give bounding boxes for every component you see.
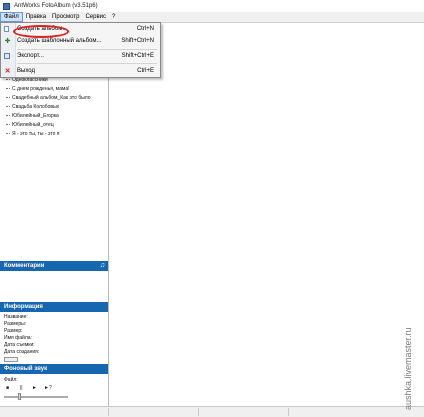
menu-item-template-album[interactable]: ✚ Создать шаблонный альбом... Shift+Ctrl… bbox=[1, 36, 160, 47]
file-menu-dropdown: Создать альбом... Ctrl+N ✚ Создать шабло… bbox=[0, 22, 161, 78]
tree-item[interactable]: Свадьба Колобовых bbox=[6, 104, 59, 110]
menu-edit[interactable]: Правка bbox=[23, 12, 49, 22]
info-name-label: Название: bbox=[4, 314, 28, 320]
comments-body[interactable] bbox=[0, 271, 108, 298]
tree-item[interactable]: С днем рожденья, мама! bbox=[6, 86, 70, 92]
sound-title: Фоновый звук bbox=[4, 366, 48, 372]
info-size-label: Размеры: bbox=[4, 321, 27, 327]
volume-slider-thumb[interactable] bbox=[18, 393, 21, 400]
menu-help[interactable]: ? bbox=[109, 12, 118, 22]
info-filename-label: Имя файла: bbox=[4, 335, 32, 341]
sound-file-label: Файл: bbox=[4, 377, 18, 383]
play-random-icon[interactable]: ►? bbox=[44, 385, 52, 391]
new-album-icon bbox=[4, 26, 9, 32]
album-view-area[interactable] bbox=[109, 23, 424, 406]
music-note-icon[interactable]: ♫ bbox=[100, 261, 105, 271]
export-icon bbox=[4, 53, 10, 59]
menu-item-exit[interactable]: ✕ Выход Ctrl+E bbox=[1, 66, 160, 77]
watermark-text: aushka.livemaster.ru bbox=[403, 327, 413, 410]
comments-title: Комментарии bbox=[4, 263, 45, 269]
menu-file[interactable]: Файл bbox=[0, 12, 23, 22]
menu-view[interactable]: Просмотр bbox=[49, 12, 82, 22]
menu-separator bbox=[17, 49, 157, 50]
info-panel-header[interactable]: Информация bbox=[0, 302, 108, 312]
status-bar bbox=[0, 406, 424, 417]
play-icon[interactable]: ► bbox=[32, 385, 37, 391]
window-title: AntWorks FotoAlbum (v3.51p6) bbox=[14, 3, 98, 9]
title-bar: AntWorks FotoAlbum (v3.51p6) bbox=[0, 0, 424, 12]
comments-panel-header[interactable]: Комментарии ♫ bbox=[0, 261, 108, 271]
template-album-icon: ✚ bbox=[4, 38, 11, 45]
tree-item[interactable]: Юбилейный_Егорка bbox=[6, 113, 59, 119]
status-segment bbox=[198, 408, 289, 416]
tree-item[interactable]: Свадебный альбом_Как это было bbox=[6, 95, 91, 101]
info-title: Информация bbox=[4, 304, 43, 310]
pause-icon[interactable]: || bbox=[20, 385, 23, 391]
volume-slider-track[interactable] bbox=[4, 396, 68, 398]
status-segment bbox=[0, 408, 109, 416]
exit-icon: ✕ bbox=[4, 68, 11, 75]
info-shot-date-label: Дата съемки: bbox=[4, 342, 35, 348]
info-filesize-label: Размер: bbox=[4, 328, 23, 334]
menu-service[interactable]: Сервис bbox=[82, 12, 109, 22]
app-icon bbox=[3, 2, 10, 10]
left-pane: Одноклассники С днем рожденья, мама! Сва… bbox=[0, 23, 109, 416]
info-created-date-label: Дата создания: bbox=[4, 349, 40, 355]
menu-separator bbox=[17, 63, 157, 64]
tree-item[interactable]: Я - это ты, ты - это я bbox=[6, 131, 59, 137]
menu-item-export[interactable]: Экспорт... Shift+Ctrl+E bbox=[1, 51, 160, 62]
sound-panel-header[interactable]: Фоновый звук bbox=[0, 364, 108, 374]
tree-item[interactable]: Юбилейный_отец bbox=[6, 122, 54, 128]
stop-icon[interactable]: ■ bbox=[6, 385, 9, 391]
info-exif-button[interactable] bbox=[4, 357, 18, 362]
status-segment bbox=[108, 408, 199, 416]
